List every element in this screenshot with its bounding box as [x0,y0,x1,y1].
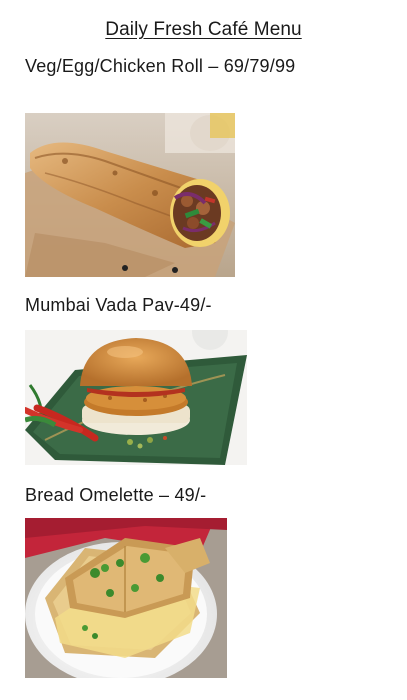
chicken-roll-photo [25,113,235,277]
bread-omelette-photo [25,518,227,678]
vada-pav-photo [25,330,247,465]
menu-item-label-roll: Veg/Egg/Chicken Roll – 69/79/99 [25,56,296,76]
menu-item-label-bread-omelette: Bread Omelette – 49/- [25,485,207,505]
menu-item-label-vada-pav: Mumbai Vada Pav-49/- [25,295,212,315]
menu-title: Daily Fresh Café Menu [105,19,302,40]
